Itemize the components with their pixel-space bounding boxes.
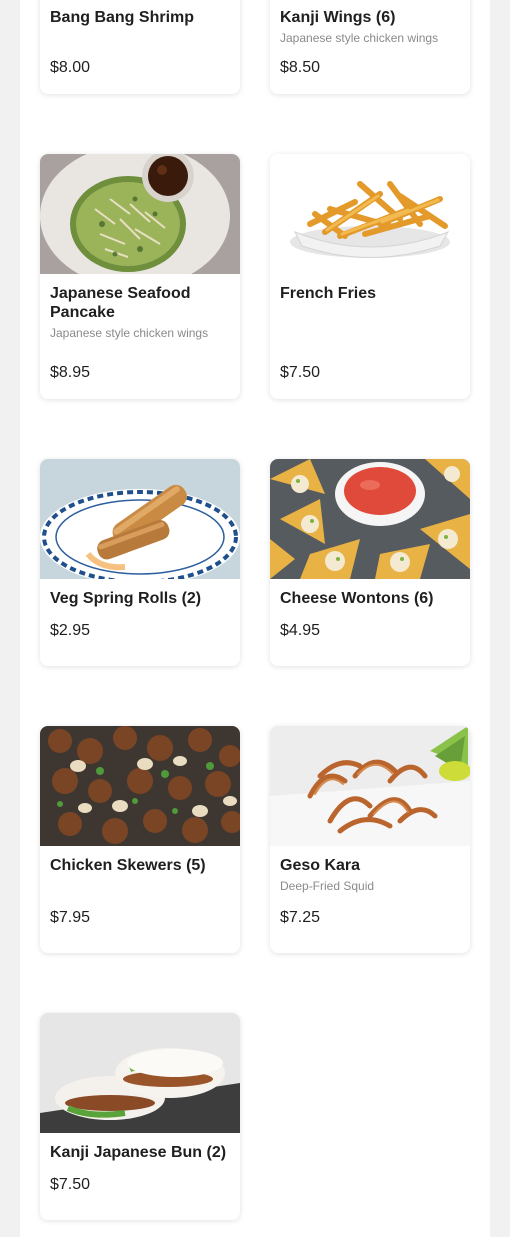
menu-item-card[interactable]: Bang Bang Shrimp $8.00 [40,0,240,94]
menu-item-name: Geso Kara [280,857,361,874]
menu-item-card[interactable]: Japanese Seafood Pancake Japanese style … [40,154,240,399]
menu-page: Bang Bang Shrimp $8.00 Kanji Wings (6) J… [20,0,490,1237]
menu-item-price: $7.95 [50,909,91,926]
menu-item-price: $4.95 [280,622,321,639]
menu-item-name: Japanese Seafood Pancake [50,285,191,321]
spring-rolls-photo [40,459,240,579]
menu-item-card[interactable]: French Fries $7.50 [270,154,470,399]
menu-item-name: Chicken Skewers (5) [50,857,206,874]
menu-item-card[interactable]: Kanji Wings (6) Japanese style chicken w… [270,0,470,94]
menu-item-name: Cheese Wontons (6) [280,590,434,607]
menu-item-description: Deep-Fried Squid [280,879,375,893]
menu-item-price: $8.50 [280,59,321,76]
menu-item-name: Kanji Wings (6) [280,9,396,26]
menu-item-name: French Fries [280,285,377,302]
menu-item-price: $8.00 [50,59,91,76]
menu-item-price: $7.50 [50,1176,91,1193]
menu-item-name: Kanji Japanese Bun (2) [50,1144,227,1161]
chicken-skewers-photo [40,726,240,846]
menu-item-card[interactable]: Veg Spring Rolls (2) $2.95 [40,459,240,666]
menu-item-price: $8.95 [50,364,91,381]
menu-item-description: Japanese style chicken wings [50,326,209,340]
japanese-bun-photo [40,1013,240,1133]
french-fries-photo [270,154,470,274]
menu-item-card[interactable]: Kanji Japanese Bun (2) $7.50 [40,1013,240,1220]
menu-item-price: $7.25 [280,909,321,926]
seafood-pancake-photo [40,154,240,274]
geso-kara-photo [270,726,470,846]
menu-item-name: Bang Bang Shrimp [50,9,195,26]
menu-item-name: Veg Spring Rolls (2) [50,590,202,607]
cheese-wontons-photo [270,459,470,579]
menu-item-card[interactable]: Chicken Skewers (5) $7.95 [40,726,240,953]
menu-item-description: Japanese style chicken wings [280,31,439,45]
menu-item-price: $7.50 [280,364,321,381]
menu-item-card[interactable]: Geso Kara Deep-Fried Squid $7.25 [270,726,470,953]
menu-item-price: $2.95 [50,622,91,639]
menu-item-card[interactable]: Cheese Wontons (6) $4.95 [270,459,470,666]
